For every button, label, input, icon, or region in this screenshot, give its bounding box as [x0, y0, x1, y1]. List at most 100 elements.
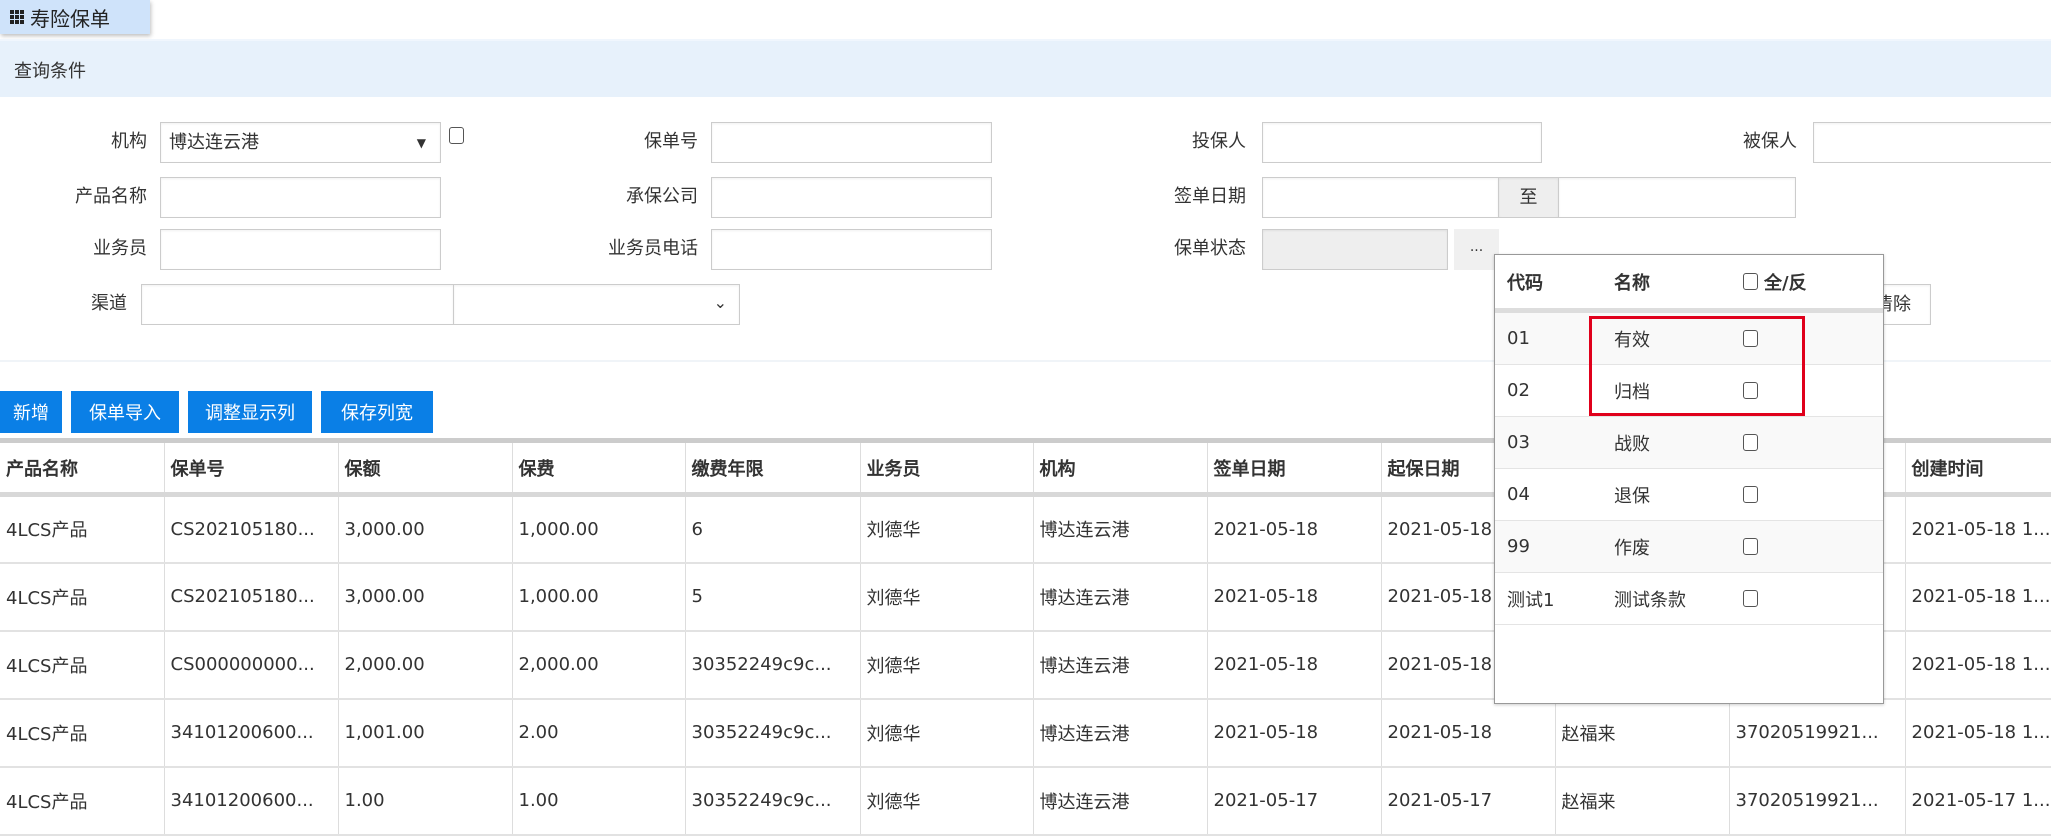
table-cell: 博达连云港	[1033, 630, 1208, 700]
status-checkbox[interactable]	[1743, 434, 1758, 451]
status-option[interactable]: 测试1 测试条款	[1495, 573, 1883, 625]
agent-phone-input[interactable]	[711, 229, 992, 270]
status-checkbox[interactable]	[1743, 538, 1758, 555]
column-header[interactable]: 保单号	[164, 438, 339, 497]
org-label: 机构	[111, 131, 147, 152]
table-cell: 37020519921...	[1729, 766, 1906, 836]
tab-life-policy[interactable]: 寿险保单	[0, 0, 150, 34]
table-cell: 34101200600...	[164, 766, 339, 836]
applicant-label: 投保人	[1192, 131, 1246, 152]
table-cell: 4LCS产品	[0, 494, 165, 564]
chevron-down-icon: ⌄	[713, 293, 727, 312]
channel-input[interactable]	[141, 284, 454, 325]
table-cell: 博达连云港	[1033, 494, 1208, 564]
table-cell: 30352249c9c...	[685, 766, 861, 836]
status-checkbox[interactable]	[1743, 486, 1758, 503]
table-cell: CS202105180...	[164, 562, 339, 632]
column-header[interactable]: 保费	[512, 438, 686, 497]
table-cell: 2021-05-18	[1207, 562, 1382, 632]
table-cell: 2021-05-18 1...	[1905, 698, 2051, 768]
column-header[interactable]: 保额	[338, 438, 513, 497]
adjust-columns-button[interactable]: 调整显示列	[188, 391, 312, 433]
status-picker-button[interactable]: ...	[1454, 229, 1499, 270]
table-row[interactable]: 4LCS产品 34101200600... 1,001.00 2.00 30352249…	[0, 698, 2051, 768]
highlight-box	[1589, 316, 1805, 416]
applicant-input[interactable]	[1262, 122, 1542, 163]
table-cell: 刘德华	[860, 698, 1034, 768]
sign-date-end[interactable]	[1558, 177, 1796, 218]
status-input[interactable]	[1262, 229, 1448, 270]
table-cell: 2021-05-18	[1381, 698, 1556, 768]
table-cell: 1,000.00	[512, 562, 686, 632]
table-cell: 4LCS产品	[0, 698, 165, 768]
table-cell: 2021-05-17 1...	[1905, 766, 2051, 836]
product-label: 产品名称	[75, 186, 147, 207]
table-cell: 3,000.00	[338, 494, 513, 564]
name-header: 名称	[1614, 272, 1650, 294]
table-cell: 2021-05-17	[1207, 766, 1382, 836]
agent-input[interactable]	[160, 229, 441, 270]
caret-down-icon: ▼	[416, 136, 426, 150]
table-cell: 2,000.00	[338, 630, 513, 700]
table-cell: 博达连云港	[1033, 698, 1208, 768]
policy-no-label: 保单号	[644, 131, 698, 152]
import-button[interactable]: 保单导入	[71, 391, 179, 433]
table-cell: 2021-05-18 1...	[1905, 630, 2051, 700]
table-cell: 3,000.00	[338, 562, 513, 632]
column-header[interactable]: 机构	[1033, 438, 1208, 497]
table-row[interactable]: 4LCS产品 34101200600... 1.00 1.00 30352249c9c.…	[0, 766, 2051, 836]
table-cell: 2021-05-17	[1381, 766, 1556, 836]
save-width-button[interactable]: 保存列宽	[321, 391, 433, 433]
org-select[interactable]: 博达连云港 ▼	[160, 122, 441, 163]
table-cell: 刘德华	[860, 562, 1034, 632]
status-code: 03	[1507, 432, 1530, 453]
query-header: 查询条件	[0, 39, 2051, 97]
insured-label: 被保人	[1743, 131, 1797, 152]
table-cell: 2.00	[512, 698, 686, 768]
sign-date-start[interactable]	[1262, 177, 1499, 218]
table-cell: CS000000000...	[164, 630, 339, 700]
table-cell: 刘德华	[860, 766, 1034, 836]
sign-date-label: 签单日期	[1174, 186, 1246, 207]
policy-no-input[interactable]	[711, 122, 992, 163]
insurer-input[interactable]	[711, 177, 992, 218]
insurer-label: 承保公司	[626, 186, 698, 207]
select-all-label: 全/反	[1764, 272, 1807, 294]
status-code: 99	[1507, 536, 1530, 557]
column-header[interactable]: 缴费年限	[685, 438, 861, 497]
table-cell: 2,000.00	[512, 630, 686, 700]
product-input[interactable]	[160, 177, 441, 218]
column-header[interactable]: 产品名称	[0, 438, 165, 497]
column-header[interactable]: 签单日期	[1207, 438, 1382, 497]
status-name: 战败	[1614, 433, 1650, 455]
status-option[interactable]: 99 作废	[1495, 521, 1883, 573]
add-button[interactable]: 新增	[0, 391, 62, 433]
status-option[interactable]: 04 退保	[1495, 469, 1883, 521]
table-cell: 4LCS产品	[0, 562, 165, 632]
status-dropdown-header: 代码 名称 全/反	[1495, 255, 1883, 313]
tab-title: 寿险保单	[30, 6, 110, 31]
select-all-checkbox[interactable]	[1743, 273, 1758, 290]
grid-icon	[10, 10, 24, 24]
status-name: 作废	[1614, 537, 1650, 559]
table-cell: 2021-05-18	[1207, 698, 1382, 768]
status-name: 测试条款	[1614, 589, 1686, 611]
status-checkbox[interactable]	[1743, 590, 1758, 607]
column-header[interactable]: 业务员	[860, 438, 1034, 497]
status-option[interactable]: 03 战败	[1495, 417, 1883, 469]
column-header[interactable]: 创建时间	[1905, 438, 2051, 497]
date-to-label: 至	[1498, 177, 1559, 218]
table-cell: 2021-05-18 1...	[1905, 562, 2051, 632]
agent-phone-label: 业务员电话	[608, 238, 698, 259]
insured-input[interactable]	[1813, 122, 2051, 163]
status-code: 02	[1507, 380, 1530, 401]
org-value: 博达连云港	[169, 132, 259, 153]
table-cell: 1,001.00	[338, 698, 513, 768]
table-cell: 博达连云港	[1033, 562, 1208, 632]
table-cell: 34101200600...	[164, 698, 339, 768]
agent-label: 业务员	[93, 238, 147, 259]
channel-select[interactable]: ⌄	[453, 284, 740, 325]
table-cell: 2021-05-18 1...	[1905, 494, 2051, 564]
table-cell: 30352249c9c...	[685, 630, 861, 700]
org-checkbox[interactable]	[449, 127, 464, 144]
